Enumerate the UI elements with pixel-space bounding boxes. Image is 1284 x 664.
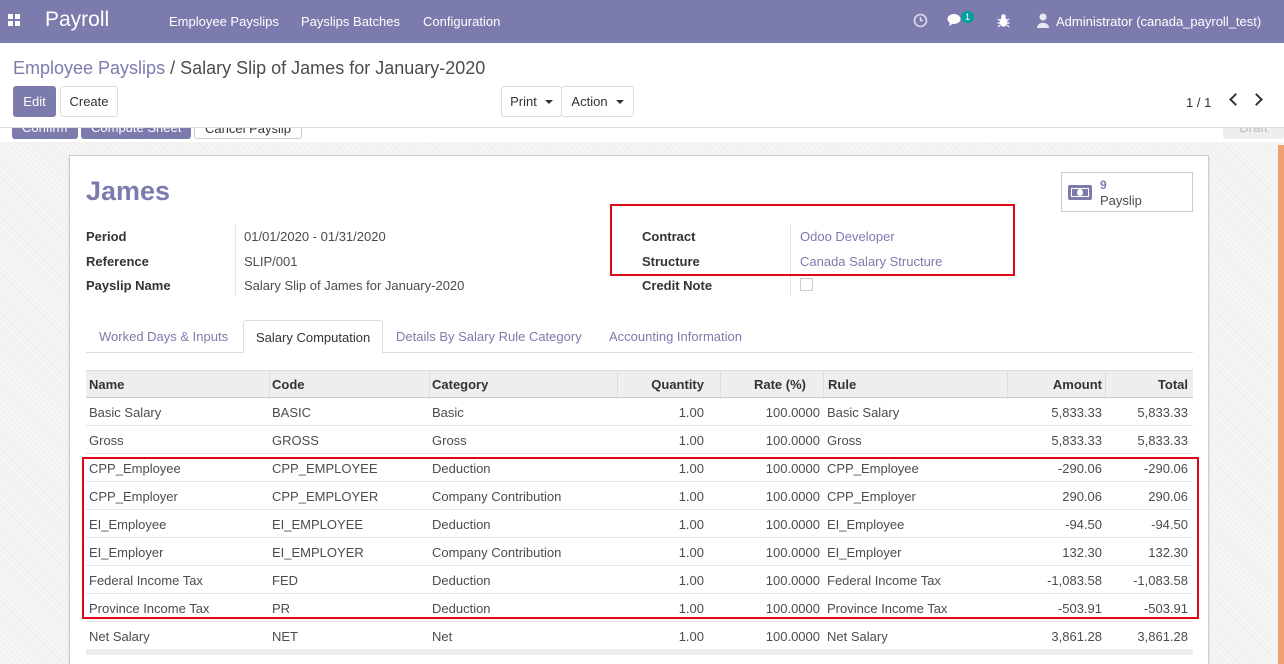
reference-label: Reference <box>86 254 149 269</box>
highlight-deductions-box <box>82 457 1199 619</box>
cell-rate: 100.0000 <box>765 433 820 448</box>
payslip-name-value: Salary Slip of James for January-2020 <box>244 278 465 293</box>
payslip-name-label: Payslip Name <box>86 278 171 293</box>
credit-note-label: Credit Note <box>642 278 713 293</box>
reference-value: SLIP/001 <box>244 254 298 269</box>
cell-code: NET <box>272 629 298 644</box>
table-footer <box>86 649 1193 655</box>
clock-icon[interactable] <box>913 13 928 28</box>
employee-name: James <box>86 176 171 206</box>
cell-rule: Basic Salary <box>827 405 900 420</box>
notebook-tabs: Worked Days & Inputs Salary Computation … <box>86 320 1193 354</box>
cell-name: Gross <box>89 433 124 448</box>
breadcrumb-separator: / <box>170 58 176 78</box>
menu-employee-payslips[interactable]: Employee Payslips <box>169 14 279 29</box>
action-dropdown[interactable]: Action <box>561 86 634 117</box>
cell-rule: Net Salary <box>827 629 888 644</box>
cell-category: Gross <box>432 433 467 448</box>
cell-name: Net Salary <box>89 629 150 644</box>
create-button[interactable]: Create <box>60 86 118 117</box>
column-header[interactable]: Category <box>432 377 488 392</box>
cell-name: Basic Salary <box>89 405 162 420</box>
tab-salary-computation[interactable]: Salary Computation <box>243 320 384 354</box>
cell-quantity: 1.00 <box>678 405 704 420</box>
status-draft: Draft <box>1223 128 1284 139</box>
tab-accounting-information[interactable]: Accounting Information <box>597 320 754 353</box>
edit-button[interactable]: Edit <box>13 86 56 117</box>
cell-rule: Gross <box>827 433 862 448</box>
field-divider <box>235 224 236 296</box>
credit-note-checkbox[interactable] <box>800 278 813 291</box>
cell-amount: 5,833.33 <box>1051 433 1102 448</box>
caret-down-icon <box>544 99 553 104</box>
column-divider <box>823 371 824 399</box>
breadcrumb-employee-payslips[interactable]: Employee Payslips <box>13 58 165 78</box>
column-divider <box>617 371 618 399</box>
column-divider <box>1007 371 1008 399</box>
payslip-count-label: Payslip <box>1100 193 1142 208</box>
menu-configuration[interactable]: Configuration <box>423 14 500 29</box>
tab-worked-days[interactable]: Worked Days & Inputs <box>87 320 240 353</box>
print-label: Print <box>510 94 537 109</box>
user-avatar-icon <box>1037 13 1049 28</box>
payslip-count-button[interactable]: 9 Payslip <box>1061 172 1193 212</box>
status-bar: Confirm Compute Sheet Cancel Payslip Dra… <box>0 127 1284 142</box>
cancel-payslip-button[interactable]: Cancel Payslip <box>194 128 302 139</box>
menu-payslips-batches[interactable]: Payslips Batches <box>301 14 400 29</box>
table-row[interactable]: Gross GROSS Gross 1.00 100.0000 Gross 5,833.33… <box>86 426 1193 454</box>
breadcrumb: Employee Payslips / Salary Slip of James… <box>13 58 485 79</box>
confirm-button[interactable]: Confirm <box>12 128 78 139</box>
caret-down-icon <box>615 99 624 104</box>
period-label: Period <box>86 229 127 244</box>
chevron-left-icon[interactable] <box>1229 93 1242 106</box>
compute-sheet-button[interactable]: Compute Sheet <box>81 128 192 139</box>
action-label: Action <box>571 94 608 109</box>
apps-menu-icon[interactable] <box>8 14 20 26</box>
message-count-badge: 1 <box>961 11 975 23</box>
column-header[interactable]: Rate (%) <box>754 377 806 392</box>
cell-category: Net <box>432 629 453 644</box>
cell-rate: 100.0000 <box>765 405 820 420</box>
column-divider <box>720 371 721 399</box>
highlight-contract-box <box>610 204 1015 276</box>
app-title: Payroll <box>45 8 110 31</box>
column-header[interactable]: Rule <box>828 377 856 392</box>
column-header[interactable]: Name <box>89 377 124 392</box>
cell-total: 5,833.33 <box>1137 405 1188 420</box>
print-dropdown[interactable]: Print <box>501 86 562 117</box>
table-row[interactable]: Basic Salary BASIC Basic 1.00 100.0000 Basic … <box>86 398 1193 426</box>
top-navbar: Payroll Employee Payslips Payslips Batch… <box>0 0 1284 43</box>
column-header[interactable]: Total <box>1158 377 1188 392</box>
cell-amount: 3,861.28 <box>1051 629 1102 644</box>
column-divider <box>429 371 430 399</box>
cell-category: Basic <box>432 405 464 420</box>
table-header: Name Code Category Quantity Rate (%) Rul… <box>86 370 1193 399</box>
column-divider <box>1105 371 1106 399</box>
column-divider <box>269 371 270 399</box>
cell-total: 5,833.33 <box>1137 433 1188 448</box>
tab-details-by-category[interactable]: Details By Salary Rule Category <box>384 320 594 353</box>
column-header[interactable]: Code <box>272 377 305 392</box>
column-header[interactable]: Quantity <box>651 377 704 392</box>
breadcrumb-current: Salary Slip of James for January-2020 <box>180 58 486 78</box>
chevron-right-icon[interactable] <box>1250 93 1263 106</box>
cell-amount: 5,833.33 <box>1051 405 1102 420</box>
table-row[interactable]: Net Salary NET Net 1.00 100.0000 Net Salary 3,… <box>86 622 1193 650</box>
user-menu[interactable]: Administrator (canada_payroll_test) <box>1056 14 1261 29</box>
period-value: 01/01/2020 - 01/31/2020 <box>244 229 386 244</box>
messages-button[interactable]: 1 <box>947 11 975 29</box>
column-header[interactable]: Amount <box>1053 377 1102 392</box>
money-icon <box>1068 185 1092 200</box>
cell-quantity: 1.00 <box>678 629 704 644</box>
scrollbar[interactable] <box>1278 145 1284 664</box>
cell-code: GROSS <box>272 433 319 448</box>
cell-quantity: 1.00 <box>678 433 704 448</box>
cell-rate: 100.0000 <box>765 629 820 644</box>
bug-icon[interactable] <box>997 13 1010 28</box>
payslip-count: 9 <box>1100 178 1107 192</box>
pager-value: 1 / 1 <box>1186 95 1212 110</box>
cell-code: BASIC <box>272 405 312 420</box>
cell-total: 3,861.28 <box>1137 629 1188 644</box>
